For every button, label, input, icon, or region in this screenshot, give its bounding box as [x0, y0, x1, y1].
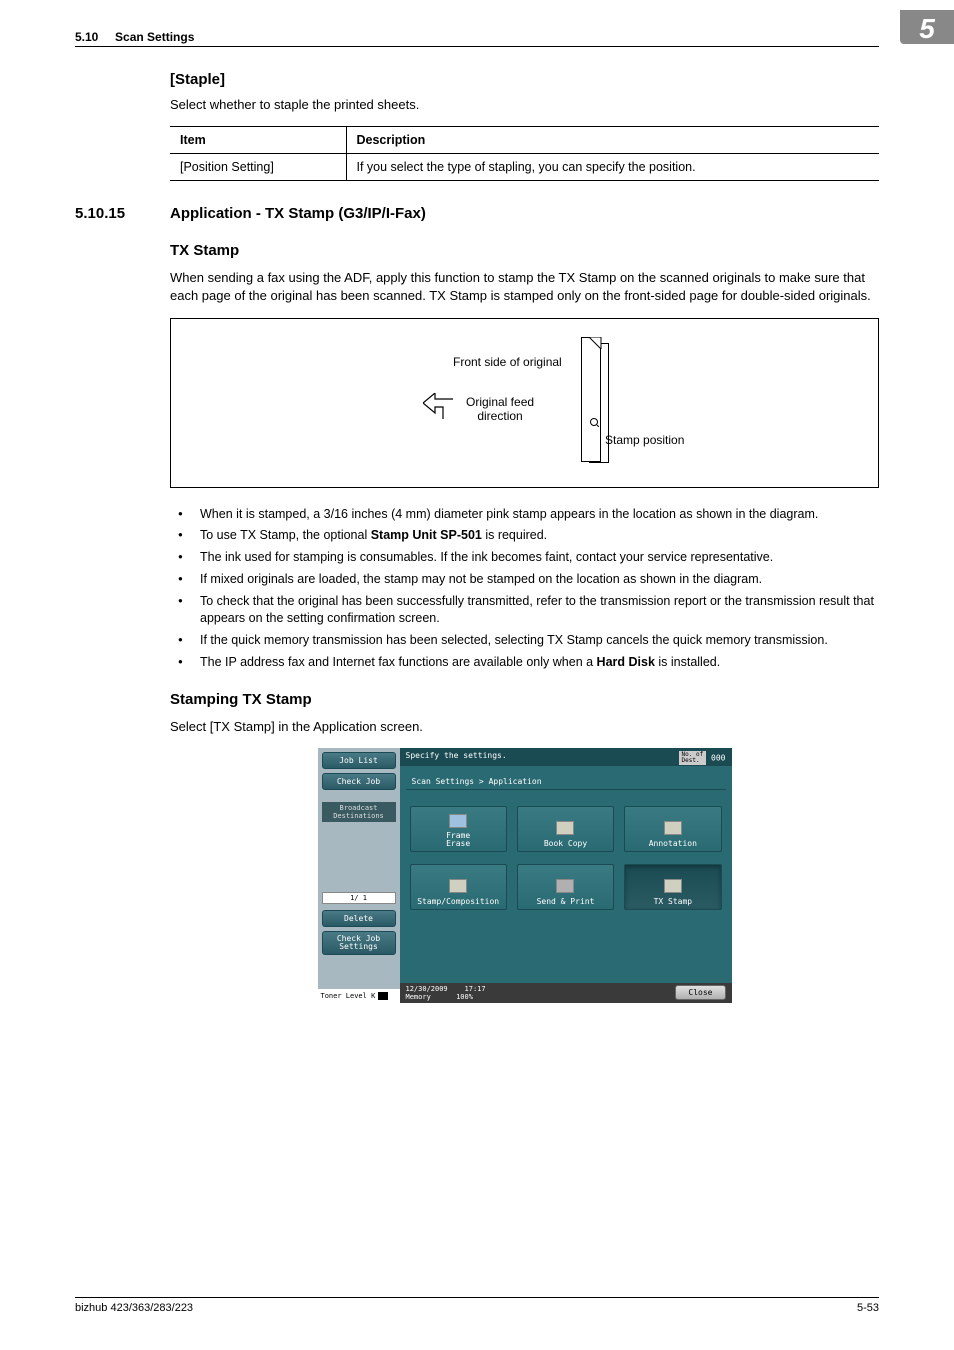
diagram-stamp-label: Stamp position [605, 433, 684, 447]
list-item: If the quick memory transmission has bee… [200, 632, 879, 649]
toner-level: Toner Level K [318, 989, 400, 1003]
stamping-heading: Stamping TX Stamp [170, 691, 879, 708]
footer-model: bizhub 423/363/283/223 [75, 1302, 193, 1314]
footer-page: 5-53 [857, 1302, 879, 1314]
header-section-title: Scan Settings [115, 30, 194, 44]
check-job-settings-button[interactable]: Check Job Settings [322, 931, 396, 955]
list-item: To use TX Stamp, the optional Stamp Unit… [200, 527, 879, 544]
book-copy-icon [556, 821, 574, 835]
list-item: The IP address fax and Internet fax func… [200, 654, 879, 671]
dest-count-value: 000 [711, 753, 725, 762]
diagram-feed-label-1: Original feed [466, 395, 534, 409]
table-row: [Position Setting] If you select the typ… [170, 154, 879, 181]
book-copy-tile[interactable]: Book Copy [517, 806, 614, 852]
frame-erase-tile[interactable]: Frame Erase [410, 806, 507, 852]
th-description: Description [346, 127, 879, 154]
delete-button[interactable]: Delete [322, 910, 396, 927]
txstamp-bullet-list: When it is stamped, a 3/16 inches (4 mm)… [170, 506, 879, 671]
stamp-composition-icon [449, 879, 467, 893]
toner-bar-icon [378, 992, 388, 1000]
list-item: If mixed originals are loaded, the stamp… [200, 571, 879, 588]
status-memory-label: Memory [406, 993, 431, 1001]
header-section-num: 5.10 [75, 30, 98, 44]
subsection-number: 5.10.15 [75, 205, 170, 222]
diagram-feed-label-2: direction [466, 409, 534, 423]
broadcast-label: Broadcast Destinations [322, 802, 396, 822]
list-item: The ink used for stamping is consumables… [200, 549, 879, 566]
txstamp-diagram: Front side of original Original feed dir… [170, 318, 879, 488]
annotation-tile[interactable]: Annotation [624, 806, 721, 852]
list-item: To check that the original has been succ… [200, 593, 879, 627]
breadcrumb: Scan Settings > Application [406, 774, 726, 790]
close-button[interactable]: Close [675, 985, 725, 1000]
stamping-para: Select [TX Stamp] in the Application scr… [170, 718, 879, 736]
cell-description: If you select the type of stapling, you … [346, 154, 879, 181]
feed-arrow-icon [423, 393, 455, 423]
pager: 1/ 1 [322, 892, 396, 904]
status-time: 17:17 [465, 985, 486, 993]
th-item: Item [170, 127, 346, 154]
tx-stamp-tile[interactable]: TX Stamp [624, 864, 721, 910]
specify-settings-label: Specify the settings. [406, 751, 507, 763]
subsection-title: Application - TX Stamp (G3/IP/I-Fax) [170, 205, 426, 222]
send-print-icon [556, 879, 574, 893]
status-date: 12/30/2009 [406, 985, 448, 993]
job-list-button[interactable]: Job List [322, 752, 396, 769]
staple-heading: [Staple] [170, 71, 879, 88]
check-job-button[interactable]: Check Job [322, 773, 396, 790]
status-memory-value: 100% [456, 993, 473, 1001]
send-print-tile[interactable]: Send & Print [517, 864, 614, 910]
stamp-circle-icon [589, 417, 599, 427]
chapter-number-tab: 5 [900, 10, 954, 44]
list-item: When it is stamped, a 3/16 inches (4 mm)… [200, 506, 879, 523]
staple-table: Item Description [Position Setting] If y… [170, 126, 879, 181]
tx-stamp-icon [664, 879, 682, 893]
txstamp-para: When sending a fax using the ADF, apply … [170, 269, 879, 305]
staple-intro: Select whether to staple the printed she… [170, 96, 879, 114]
frame-erase-icon [449, 814, 467, 828]
diagram-front-label: Front side of original [453, 355, 562, 369]
dest-count-label: No. of Dest. [679, 751, 707, 765]
annotation-icon [664, 821, 682, 835]
stamp-composition-tile[interactable]: Stamp/Composition [410, 864, 507, 910]
txstamp-heading: TX Stamp [170, 242, 879, 259]
page-fold-icon [589, 337, 603, 351]
application-screen: Job List Check Job Broadcast Destination… [318, 748, 732, 1003]
cell-item: [Position Setting] [170, 154, 346, 181]
